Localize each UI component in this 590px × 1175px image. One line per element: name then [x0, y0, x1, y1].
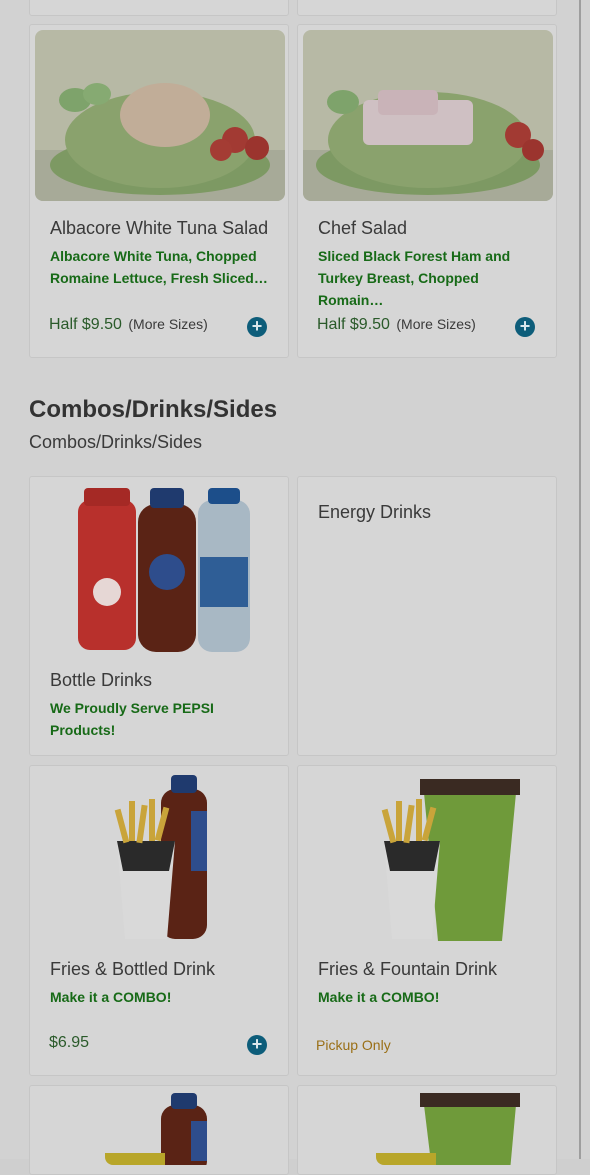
menu-item-card[interactable]: Albacore White Tuna Salad Albacore White…	[29, 24, 289, 358]
pickup-only-label: Pickup Only	[316, 1037, 391, 1053]
item-name: Albacore White Tuna Salad	[50, 218, 269, 238]
plus-circle-icon[interactable]: +	[247, 1035, 267, 1055]
menu-card-partial-right[interactable]	[297, 1085, 557, 1175]
fries-bottled-drink-image	[105, 771, 225, 943]
tuna-salad-image	[35, 30, 285, 201]
price-value: Half $9.50	[49, 316, 122, 333]
item-price: Half $9.50 (More Sizes)	[49, 316, 208, 334]
scrollbar[interactable]	[579, 0, 581, 1159]
plus-circle-icon[interactable]: +	[247, 317, 267, 337]
chef-salad-image	[303, 30, 553, 201]
menu-item-card[interactable]: Energy Drinks	[297, 476, 557, 756]
item-description: Make it a COMBO!	[50, 989, 172, 1005]
item-name: Bottle Drinks	[50, 670, 153, 690]
menu-item-card[interactable]: Chef Salad Sliced Black Forest Ham and T…	[297, 24, 557, 358]
item-name: Fries & Fountain Drink	[318, 959, 498, 979]
menu-page: Albacore White Tuna Salad Albacore White…	[0, 0, 590, 1175]
more-sizes-link[interactable]: (More Sizes)	[396, 316, 475, 332]
menu-card-partial-left[interactable]	[29, 1085, 289, 1175]
section-title: Combos/Drinks/Sides	[29, 396, 278, 423]
item-name: Fries & Bottled Drink	[50, 959, 216, 979]
item-description: Make it a COMBO!	[318, 989, 440, 1005]
plus-circle-icon[interactable]: +	[515, 317, 535, 337]
menu-card-partial-left[interactable]	[29, 0, 289, 16]
item-description: Albacore White Tuna, Chopped Romaine Let…	[50, 248, 268, 286]
bottle-drinks-image	[72, 482, 250, 654]
partial-item-image	[376, 1091, 526, 1165]
price-value: Half $9.50	[317, 316, 390, 333]
partial-item-image	[105, 1091, 225, 1165]
menu-item-card[interactable]: Fries & Fountain Drink Make it a COMBO! …	[297, 765, 557, 1076]
fries-fountain-drink-image	[376, 771, 526, 943]
item-price: $6.95	[49, 1034, 90, 1051]
menu-card-partial-right[interactable]	[297, 0, 557, 16]
item-price: Half $9.50 (More Sizes)	[317, 316, 476, 334]
menu-item-card[interactable]: Fries & Bottled Drink Make it a COMBO! $…	[29, 765, 289, 1076]
item-name: Chef Salad	[318, 218, 408, 238]
more-sizes-link[interactable]: (More Sizes)	[128, 316, 207, 332]
item-name: Energy Drinks	[318, 502, 432, 522]
section-subtitle: Combos/Drinks/Sides	[29, 432, 203, 452]
menu-item-card[interactable]: Bottle Drinks We Proudly Serve PEPSI Pro…	[29, 476, 289, 756]
item-description: We Proudly Serve PEPSI Products!	[50, 700, 214, 738]
item-description: Sliced Black Forest Ham and Turkey Breas…	[318, 248, 511, 308]
